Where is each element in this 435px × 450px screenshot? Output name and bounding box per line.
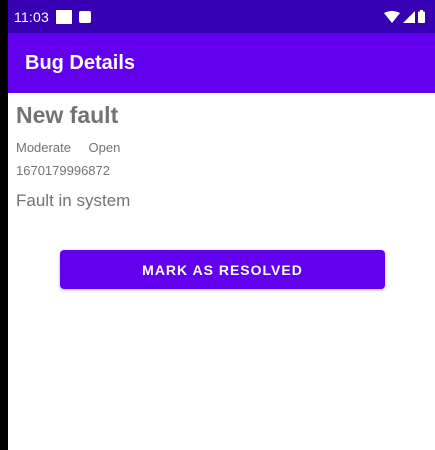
status-icons [384,10,425,23]
notification-square-icon [56,9,72,24]
bug-details-content: New fault Moderate Open 1670179996872 Fa… [8,93,435,450]
status-time: 11:03 [14,8,49,25]
bug-title: New fault [16,102,119,128]
screen: 11:03 Bug Details New fault Moderate Ope… [0,0,435,450]
signal-icon [403,10,415,23]
status-bar: 11:03 [8,0,435,33]
bug-severity: Moderate [16,140,71,155]
mark-as-resolved-button[interactable]: MARK AS RESOLVED [60,250,385,289]
bug-description: Fault in system [16,191,131,210]
bug-status: Open [88,140,121,155]
app-bar: Bug Details [8,33,435,93]
app-bar-title: Bug Details [25,51,136,74]
bug-id: 1670179996872 [16,163,110,178]
wifi-icon [384,10,400,23]
bug-meta-row: Moderate Open [16,140,120,155]
screen-edge [0,0,8,450]
battery-icon [418,10,425,23]
notification-small-icon [79,10,91,23]
